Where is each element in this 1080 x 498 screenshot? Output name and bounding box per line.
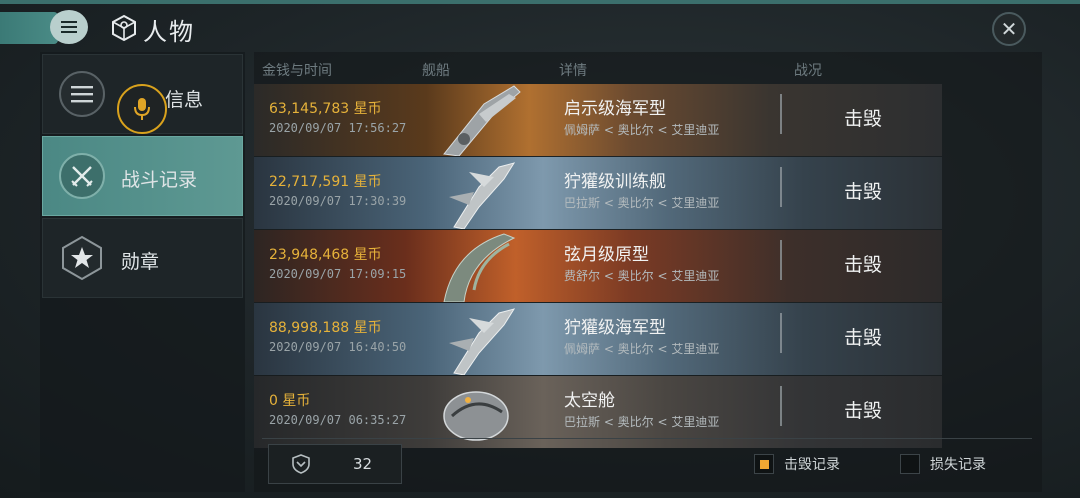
row-divider [780, 386, 782, 426]
sidebar-item-label: 战斗记录 [121, 169, 198, 191]
main-menu-button[interactable] [50, 10, 88, 44]
ship-image [443, 233, 516, 302]
header-money-time: 金钱与时间 [262, 63, 332, 79]
sidebar: 信息 战斗记录 勋章 [40, 52, 245, 492]
row-divider [780, 94, 782, 134]
close-button[interactable]: ✕ [992, 12, 1026, 46]
legend-label: 损失记录 [930, 457, 986, 473]
footer-divider [262, 438, 1032, 439]
combat-result: 击毁 [844, 327, 883, 349]
ship-image [443, 85, 521, 156]
bounty-amount: 88,998,188 星币 [269, 320, 382, 336]
sidebar-item-label: 勋章 [121, 251, 160, 273]
ship-image [449, 162, 516, 229]
sidebar-item-label: 信息 [165, 89, 204, 111]
ship-name: 弦月级原型 [564, 245, 649, 265]
page-title: 人物 [143, 18, 195, 46]
table-row[interactable]: 63,145,783 星币 2020/09/07 17:56:27 启示级海军型… [254, 84, 942, 156]
combat-result: 击毁 [844, 254, 883, 276]
crossed-swords-icon [59, 153, 105, 199]
ship-location: 巴拉斯 < 奥比尔 < 艾里迪亚 [564, 415, 720, 429]
close-icon: ✕ [1000, 17, 1018, 41]
bounty-amount: 23,948,468 星币 [269, 247, 382, 263]
combat-result: 击毁 [844, 181, 883, 203]
record-date: 2020/09/07 17:30:39 [269, 194, 407, 208]
bounty-amount: 0 星币 [269, 393, 311, 409]
ship-name: 太空舱 [564, 391, 615, 411]
sidebar-item-medals[interactable]: 勋章 [42, 218, 243, 298]
hamburger-icon [61, 21, 77, 33]
ship-location: 佩姆萨 < 奥比尔 < 艾里迪亚 [564, 123, 720, 137]
list-icon [59, 71, 105, 117]
sidebar-item-info[interactable]: 信息 [42, 54, 243, 134]
shield-icon [292, 454, 310, 474]
bounty-amount: 22,717,591 星币 [269, 174, 382, 190]
legend-loss-records[interactable]: 损失记录 [900, 454, 986, 474]
row-divider [780, 167, 782, 207]
legend-label: 击毁记录 [784, 457, 840, 473]
ship-name: 启示级海军型 [564, 99, 666, 119]
star-badge-icon [59, 235, 105, 281]
microphone-icon [134, 98, 150, 120]
header-ship: 舰船 [422, 63, 450, 79]
header-detail: 详情 [559, 63, 587, 79]
character-cube-icon [112, 14, 136, 42]
combat-result: 击毁 [844, 108, 883, 130]
loss-records-checkbox[interactable] [900, 454, 920, 474]
record-date: 2020/09/07 16:40:50 [269, 340, 407, 354]
combat-result: 击毁 [844, 400, 883, 422]
table-row[interactable]: 22,717,591 星币 2020/09/07 17:30:39 狞獾级训练舰… [254, 157, 942, 229]
kill-count: 32 [353, 455, 373, 473]
ship-location: 巴拉斯 < 奥比尔 < 艾里迪亚 [564, 196, 720, 210]
kill-records-checkbox[interactable] [754, 454, 774, 474]
ship-image [449, 308, 516, 375]
ship-name: 狞獾级训练舰 [564, 172, 666, 192]
top-accent-strip [0, 0, 1080, 4]
kill-count-box: 32 [268, 444, 402, 484]
record-date: 2020/09/07 17:56:27 [269, 121, 407, 135]
bounty-amount: 63,145,783 星币 [269, 101, 382, 117]
table-row[interactable]: 23,948,468 星币 2020/09/07 17:09:15 弦月级原型 … [254, 230, 942, 302]
legend-kill-records[interactable]: 击毁记录 [754, 454, 840, 474]
sidebar-item-combat-record[interactable]: 战斗记录 [42, 136, 243, 216]
microphone-button[interactable] [117, 84, 167, 134]
ship-location: 佩姆萨 < 奥比尔 < 艾里迪亚 [564, 342, 720, 356]
row-divider [780, 240, 782, 280]
row-divider [780, 313, 782, 353]
table-row[interactable]: 88,998,188 星币 2020/09/07 16:40:50 狞獾级海军型… [254, 303, 942, 375]
combat-record-panel: 金钱与时间 舰船 详情 战况 63,145,783 星币 2020/09/07 … [254, 52, 1042, 492]
record-date: 2020/09/07 06:35:27 [269, 413, 407, 427]
ship-name: 狞獾级海军型 [564, 318, 666, 338]
record-date: 2020/09/07 17:09:15 [269, 267, 407, 281]
ship-location: 费舒尔 < 奥比尔 < 艾里迪亚 [564, 269, 720, 283]
header-result: 战况 [794, 63, 822, 79]
